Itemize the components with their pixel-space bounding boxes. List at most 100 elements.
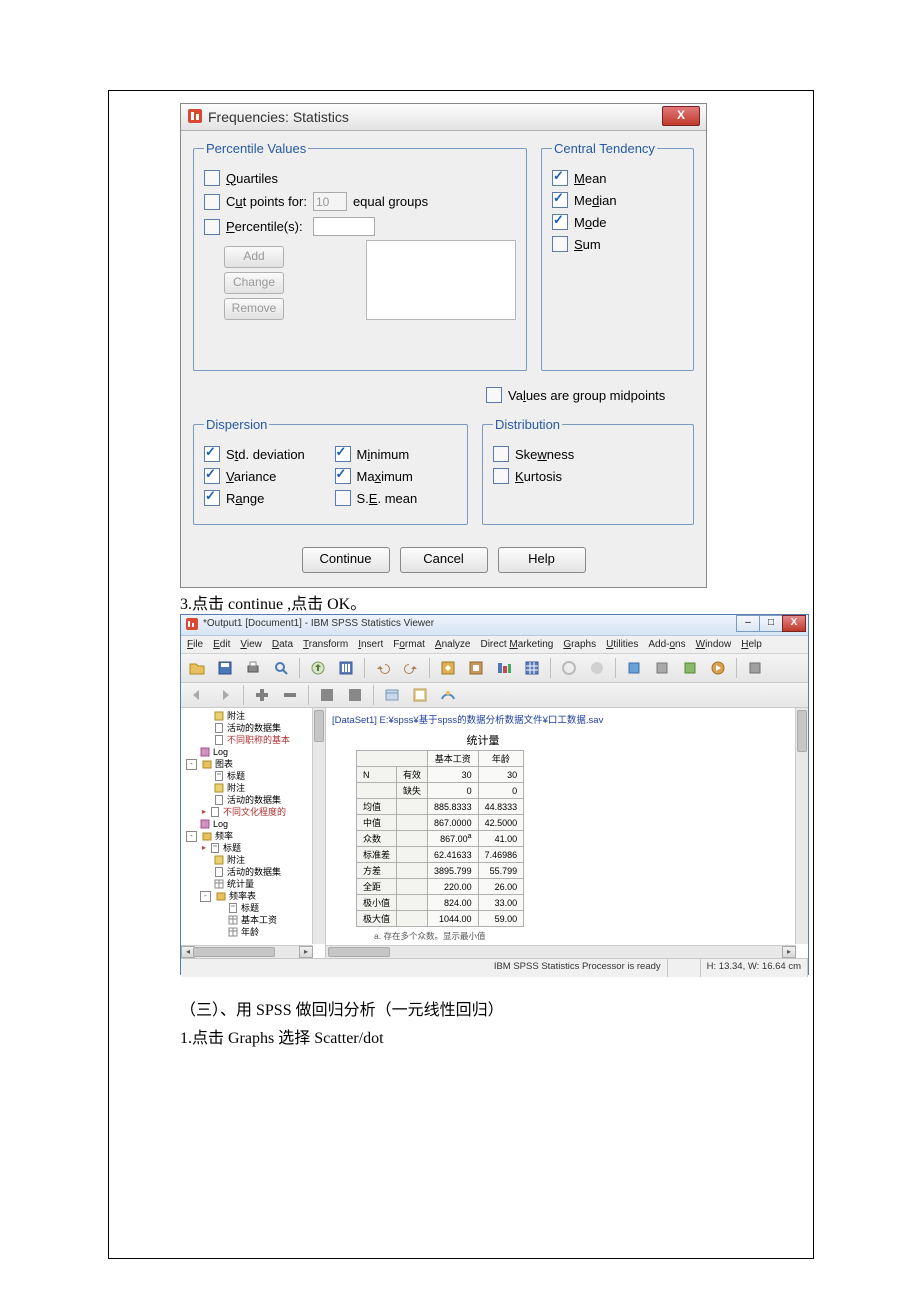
- kurtosis-row[interactable]: Kurtosis: [493, 468, 683, 484]
- sum-checkbox[interactable]: [552, 236, 568, 252]
- goto-icon[interactable]: [436, 656, 460, 680]
- designate-icon[interactable]: [408, 683, 432, 707]
- menu-edit[interactable]: Edit: [213, 639, 230, 650]
- hide-icon[interactable]: [585, 656, 609, 680]
- skewness-checkbox[interactable]: [493, 446, 509, 462]
- mean-row[interactable]: Mean: [552, 170, 683, 186]
- tree-item[interactable]: 活动的数据集: [181, 722, 325, 734]
- kurtosis-checkbox[interactable]: [493, 468, 509, 484]
- menu-directmarketing[interactable]: Direct Marketing: [480, 639, 553, 650]
- sum-row[interactable]: Sum: [552, 236, 683, 252]
- tree-item[interactable]: Log: [181, 818, 325, 830]
- stop-icon[interactable]: [743, 656, 767, 680]
- tree-item[interactable]: -频率表: [181, 890, 325, 902]
- quartiles-checkbox-row[interactable]: Quartiles: [204, 170, 516, 186]
- min-checkbox[interactable]: [335, 446, 351, 462]
- menu-transform[interactable]: Transform: [303, 639, 348, 650]
- open-icon[interactable]: [185, 656, 209, 680]
- tree-item[interactable]: Log: [181, 746, 325, 758]
- show-hidden-icon[interactable]: [557, 656, 581, 680]
- minimize-button[interactable]: –: [736, 615, 760, 632]
- tree-item[interactable]: 年龄: [181, 926, 325, 938]
- select-cases-icon[interactable]: [520, 656, 544, 680]
- tree-item[interactable]: 活动的数据集: [181, 794, 325, 806]
- percentile-listbox[interactable]: [366, 240, 516, 320]
- range-row[interactable]: Range: [204, 490, 327, 506]
- tree-item[interactable]: 附注: [181, 710, 325, 722]
- midpoints-row[interactable]: Values are group midpoints: [486, 387, 694, 403]
- back-icon[interactable]: [185, 683, 209, 707]
- tree-item[interactable]: ▸标题: [181, 842, 325, 854]
- midpoints-checkbox[interactable]: [486, 387, 502, 403]
- tree-item[interactable]: 标题: [181, 770, 325, 782]
- skewness-row[interactable]: Skewness: [493, 446, 683, 462]
- mode-row[interactable]: Mode: [552, 214, 683, 230]
- tree-item[interactable]: ▸不同文化程度的: [181, 806, 325, 818]
- tree-item[interactable]: -图表: [181, 758, 325, 770]
- export-icon[interactable]: [306, 656, 330, 680]
- help-button[interactable]: Help: [498, 547, 586, 573]
- add-button[interactable]: Add: [224, 246, 284, 268]
- continue-button[interactable]: Continue: [302, 547, 390, 573]
- tree-item[interactable]: 活动的数据集: [181, 866, 325, 878]
- cutpoints-row[interactable]: Cut points for: equal groups: [204, 192, 516, 211]
- mode-checkbox[interactable]: [552, 214, 568, 230]
- menu-file[interactable]: File: [187, 639, 203, 650]
- show-icon[interactable]: [380, 683, 404, 707]
- max-row[interactable]: Maximum: [335, 468, 458, 484]
- content-vscrollbar[interactable]: [795, 708, 808, 944]
- recall-icon[interactable]: [334, 656, 358, 680]
- close-button[interactable]: X: [662, 106, 700, 126]
- mean-checkbox[interactable]: [552, 170, 568, 186]
- std-row[interactable]: Std. deviation: [204, 446, 327, 462]
- menu-analyze[interactable]: Analyze: [435, 639, 471, 650]
- menu-window[interactable]: Window: [696, 639, 732, 650]
- percentiles-row[interactable]: Percentile(s):: [204, 217, 516, 236]
- promote-icon[interactable]: [250, 683, 274, 707]
- min-row[interactable]: Minimum: [335, 446, 458, 462]
- save-icon[interactable]: [213, 656, 237, 680]
- remove-button[interactable]: Remove: [224, 298, 284, 320]
- maximize-button[interactable]: □: [759, 615, 783, 632]
- cancel-button[interactable]: Cancel: [400, 547, 488, 573]
- insert-title-icon[interactable]: [650, 656, 674, 680]
- max-checkbox[interactable]: [335, 468, 351, 484]
- tree-item[interactable]: 统计量: [181, 878, 325, 890]
- run-icon[interactable]: [706, 656, 730, 680]
- quartiles-checkbox[interactable]: [204, 170, 220, 186]
- forward-icon[interactable]: [213, 683, 237, 707]
- std-checkbox[interactable]: [204, 446, 220, 462]
- menu-format[interactable]: Format: [393, 639, 425, 650]
- percentile-input[interactable]: [313, 217, 375, 236]
- menu-view[interactable]: View: [240, 639, 262, 650]
- associate-icon[interactable]: [436, 683, 460, 707]
- insert-text-icon[interactable]: [678, 656, 702, 680]
- variance-row[interactable]: Variance: [204, 468, 327, 484]
- se-row[interactable]: S.E. mean: [335, 490, 458, 506]
- tree-item[interactable]: 附注: [181, 782, 325, 794]
- collapse-icon[interactable]: [343, 683, 367, 707]
- tree-item[interactable]: -频率: [181, 830, 325, 842]
- menu-insert[interactable]: Insert: [358, 639, 383, 650]
- median-checkbox[interactable]: [552, 192, 568, 208]
- cutpoints-input[interactable]: [313, 192, 347, 211]
- viewer-close-button[interactable]: X: [782, 615, 806, 632]
- menu-utilities[interactable]: Utilities: [606, 639, 638, 650]
- menu-help[interactable]: Help: [741, 639, 762, 650]
- percentiles-checkbox[interactable]: [204, 219, 220, 235]
- menu-data[interactable]: Data: [272, 639, 293, 650]
- content-hscrollbar[interactable]: ▸: [326, 945, 796, 958]
- tree-item[interactable]: 不同职称的基本: [181, 734, 325, 746]
- menu-addons[interactable]: Add-ons: [648, 639, 685, 650]
- change-button[interactable]: Change: [224, 272, 284, 294]
- variables-icon[interactable]: [492, 656, 516, 680]
- expand-icon[interactable]: [315, 683, 339, 707]
- se-checkbox[interactable]: [335, 490, 351, 506]
- preview-icon[interactable]: [269, 656, 293, 680]
- insert-heading-icon[interactable]: [622, 656, 646, 680]
- tree-item[interactable]: 基本工资: [181, 914, 325, 926]
- median-row[interactable]: Median: [552, 192, 683, 208]
- tree-vscrollbar[interactable]: [312, 708, 325, 944]
- tree-item[interactable]: 标题: [181, 902, 325, 914]
- tree-hscrollbar[interactable]: ◂ ▸: [181, 945, 313, 958]
